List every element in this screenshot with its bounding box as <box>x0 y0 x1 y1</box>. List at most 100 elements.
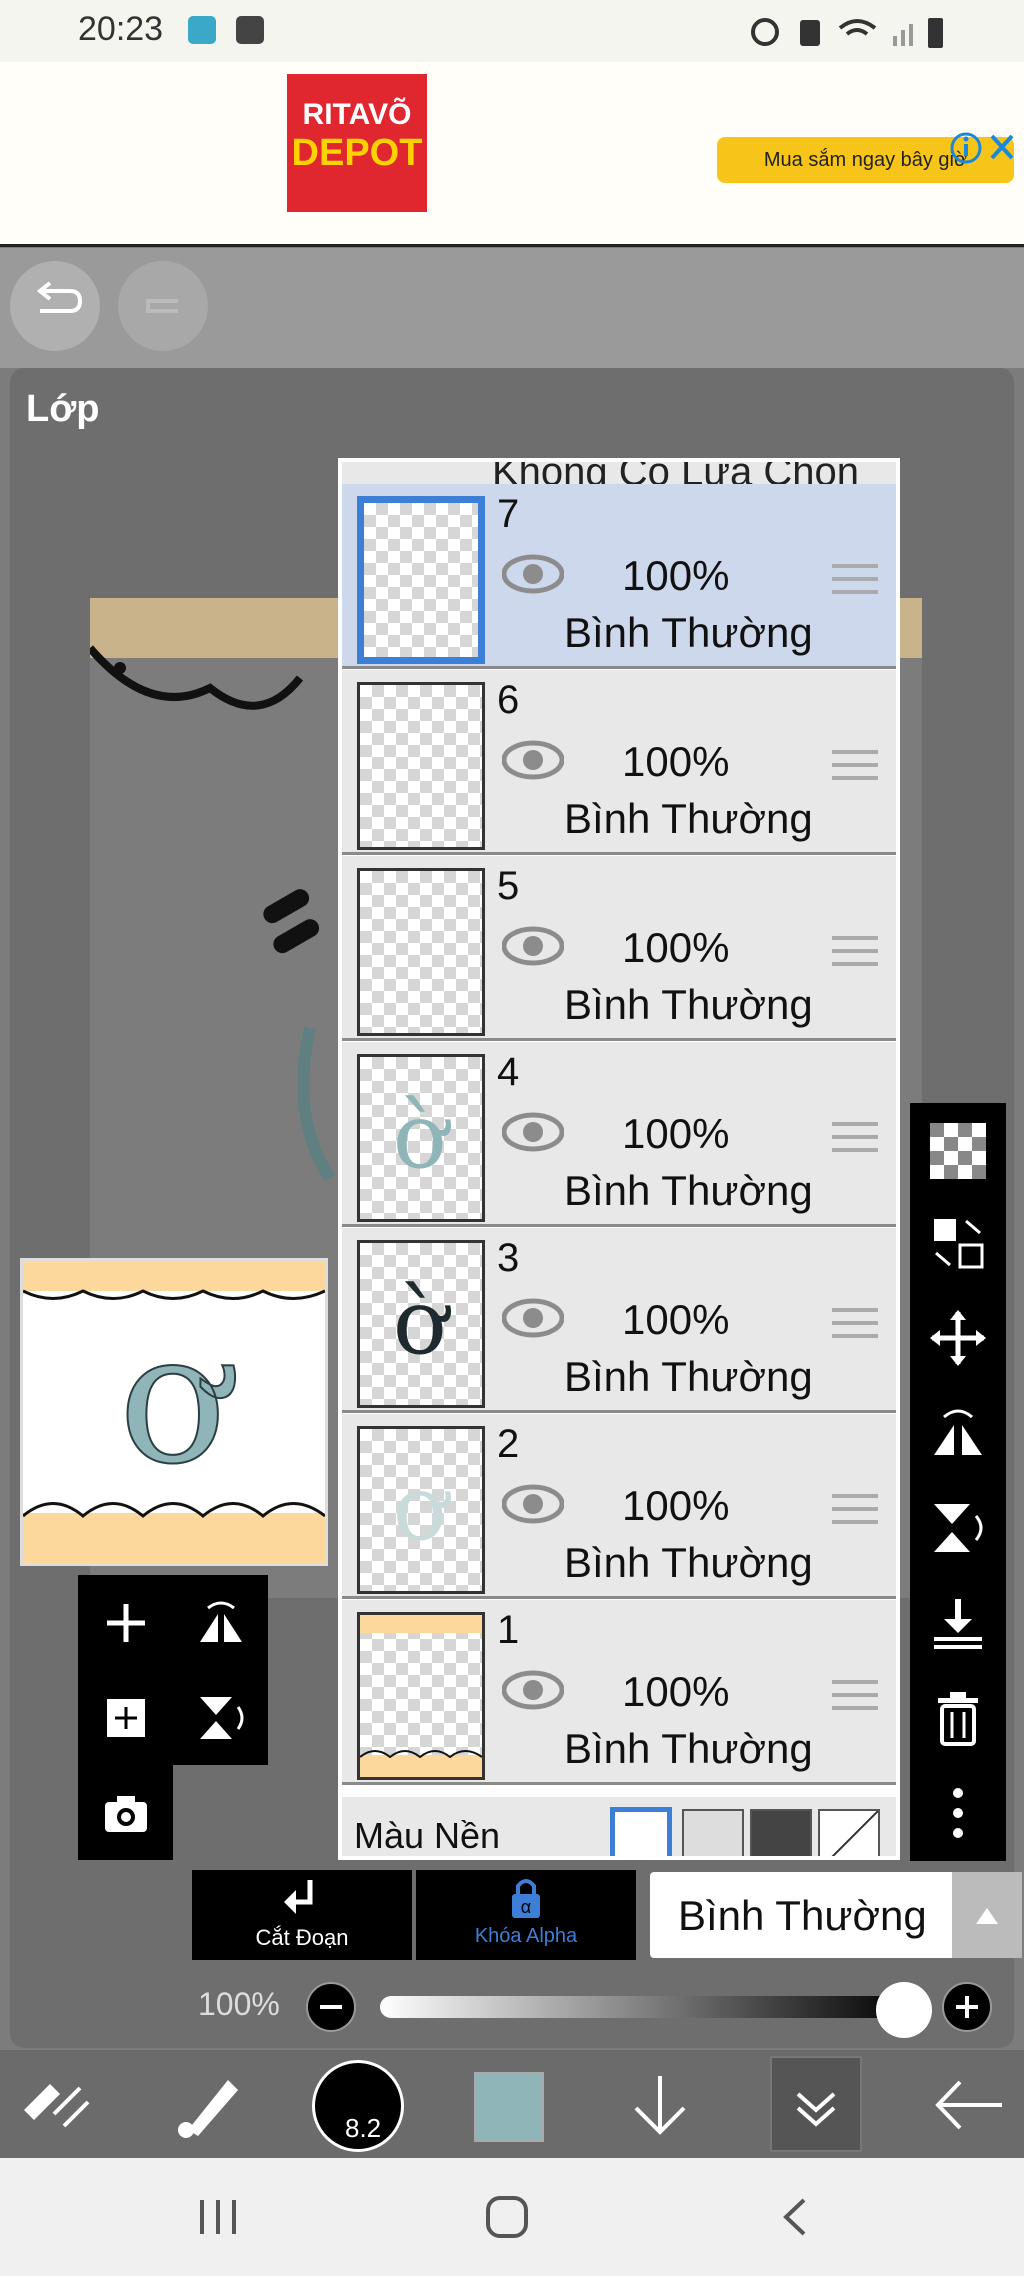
transparency-icon <box>930 1123 986 1179</box>
move-button[interactable] <box>928 1308 988 1368</box>
layer-add-tools <box>78 1575 268 1860</box>
clip-button[interactable]: Cắt Đoạn <box>192 1870 412 1960</box>
eye-icon[interactable] <box>502 926 564 966</box>
ad-banner[interactable]: RITAVÕ DEPOT Mua sắm ngay bây giờ <box>0 62 1024 247</box>
drag-handle-icon[interactable] <box>832 1492 878 1526</box>
drag-handle-icon[interactable] <box>832 934 878 968</box>
brush-size-button[interactable]: 8.2 <box>312 2060 404 2152</box>
opacity-decrease-button[interactable] <box>306 1982 356 2032</box>
layer-number: 6 <box>497 678 520 722</box>
layers-toggle-button[interactable] <box>770 2056 862 2152</box>
blend-mode-select[interactable]: Bình Thường <box>650 1872 1022 1958</box>
blend-mode-dropdown[interactable] <box>952 1872 1022 1958</box>
redo-button[interactable] <box>118 261 208 351</box>
bg-white-option[interactable] <box>610 1807 672 1856</box>
layer-opacity: 100% <box>622 1668 730 1715</box>
eye-icon[interactable] <box>502 554 564 594</box>
home-icon[interactable] <box>484 2194 530 2240</box>
add-layer-button[interactable] <box>78 1575 173 1670</box>
opacity-slider-thumb[interactable] <box>876 1982 932 2038</box>
background-color-row[interactable]: Màu Nền <box>342 1797 896 1856</box>
layer-blend-mode: Bình Thường <box>564 1539 813 1586</box>
flip-vertical-layer-button[interactable] <box>173 1670 268 1765</box>
bg-custom-option[interactable] <box>818 1809 880 1856</box>
layer-opacity: 100% <box>622 552 730 599</box>
app-notification-icon <box>188 16 216 44</box>
eye-icon[interactable] <box>502 1484 564 1524</box>
transparency-button[interactable] <box>928 1121 988 1181</box>
opacity-increase-button[interactable] <box>942 1982 992 2032</box>
chevron-up-icon <box>976 1908 998 1924</box>
bg-transparent-option[interactable] <box>682 1809 744 1856</box>
layer-row-7[interactable]: 7 100% Bình Thường <box>342 484 896 669</box>
svg-text:ơ: ơ <box>393 1456 452 1561</box>
copy-layer-button[interactable] <box>78 1670 173 1765</box>
layer-number: 1 <box>497 1608 520 1652</box>
brush-button[interactable] <box>168 2070 248 2140</box>
panel-title: Lớp <box>26 388 100 430</box>
layer-row-4[interactable]: ờ 4 100% Bình Thường <box>342 1042 896 1227</box>
merge-down-icon <box>934 1599 982 1649</box>
layer-row-1[interactable]: 1 100% Bình Thường <box>342 1600 896 1785</box>
camera-button[interactable] <box>78 1765 173 1860</box>
layer-opacity: 100% <box>622 1482 730 1529</box>
eye-icon[interactable] <box>502 740 564 780</box>
eye-icon[interactable] <box>502 1298 564 1338</box>
flip-layer-button[interactable] <box>173 1575 268 1670</box>
layer-swap-button[interactable] <box>928 1213 988 1273</box>
layer-down-button[interactable] <box>620 2070 700 2140</box>
layer-blend-mode: Bình Thường <box>564 609 813 656</box>
layers-list[interactable]: Không Có Lựa Chọn 7 100% Bình Thường 6 1… <box>338 458 900 1860</box>
back-button[interactable] <box>930 2070 1010 2140</box>
flip-vertical-button[interactable] <box>928 1498 988 1558</box>
drag-handle-icon[interactable] <box>832 1678 878 1712</box>
layer-thumbnail <box>357 496 485 664</box>
merge-down-button[interactable] <box>928 1593 988 1653</box>
transform-button[interactable] <box>14 2070 94 2140</box>
layer-number: 2 <box>497 1422 520 1466</box>
copy-layer-icon <box>106 1698 145 1737</box>
no-selection-layer[interactable]: Không Có Lựa Chọn <box>342 462 896 484</box>
canvas-preview[interactable]: ơ ơ <box>20 1258 328 1566</box>
layer-row-6[interactable]: 6 100% Bình Thường <box>342 670 896 855</box>
layer-number: 4 <box>497 1050 520 1094</box>
undo-button[interactable] <box>10 261 100 351</box>
layer-row-5[interactable]: 5 100% Bình Thường <box>342 856 896 1041</box>
svg-text:ờ: ờ <box>393 1084 452 1189</box>
layer-row-3[interactable]: ờ 3 100% Bình Thường <box>342 1228 896 1413</box>
bg-dark-option[interactable] <box>750 1809 812 1856</box>
no-selection-label: Không Có Lựa Chọn <box>492 462 860 484</box>
opacity-slider-track[interactable] <box>380 1996 910 2018</box>
more-options-button[interactable] <box>928 1783 988 1843</box>
flip-vertical-icon <box>934 1504 983 1552</box>
minus-icon <box>320 2005 342 2009</box>
color-swatch[interactable] <box>474 2072 544 2142</box>
drag-handle-icon[interactable] <box>832 748 878 782</box>
drag-handle-icon[interactable] <box>832 1306 878 1340</box>
svg-text:α: α <box>521 1897 531 1917</box>
layer-thumbnail: ơ <box>357 1426 485 1594</box>
undo-icon <box>36 281 83 313</box>
layer-opacity: 100% <box>622 924 730 971</box>
blend-mode-value: Bình Thường <box>678 1892 927 1939</box>
recents-icon[interactable] <box>196 2196 242 2238</box>
layer-row-2[interactable]: ơ 2 100% Bình Thường <box>342 1414 896 1599</box>
nav-back-icon[interactable] <box>776 2194 816 2240</box>
layer-thumbnail: ờ <box>357 1054 485 1222</box>
alpha-lock-icon: α <box>512 1879 540 1918</box>
alpha-lock-button[interactable]: α Khóa Alpha <box>416 1870 636 1960</box>
eye-icon[interactable] <box>502 1670 564 1710</box>
ad-brand-logo[interactable]: RITAVÕ DEPOT <box>287 74 427 212</box>
flip-horizontal-button[interactable] <box>928 1403 988 1463</box>
drag-handle-icon[interactable] <box>832 1120 878 1154</box>
flip-horizontal-icon <box>199 1601 242 1642</box>
arrow-left-icon <box>935 2080 1002 2130</box>
delete-layer-button[interactable] <box>928 1688 988 1748</box>
layer-number: 5 <box>497 864 520 908</box>
ad-controls[interactable] <box>948 130 1018 166</box>
layer-thumbnail <box>357 682 485 850</box>
layer-swap-icon <box>934 1219 984 1269</box>
eye-icon[interactable] <box>502 1112 564 1152</box>
svg-text:ờ: ờ <box>393 1270 452 1375</box>
drag-handle-icon[interactable] <box>832 562 878 596</box>
